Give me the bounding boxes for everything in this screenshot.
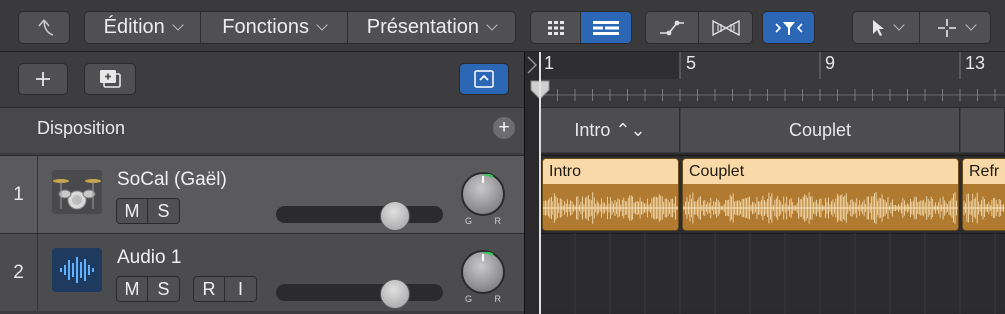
- region-label: Couplet: [683, 159, 958, 184]
- waveform-icon: [543, 184, 678, 230]
- knob-label-g: G: [465, 294, 473, 304]
- menu-group: Édition Fonctions Présentation: [84, 11, 516, 44]
- track-name: Audio 1: [117, 247, 182, 268]
- filter-catch-icon: [774, 21, 803, 35]
- tracks-list-icon: [593, 20, 619, 35]
- back-button[interactable]: [18, 11, 70, 44]
- volume-fader-track[interactable]: [276, 284, 443, 301]
- add-track-button[interactable]: [18, 63, 68, 95]
- plus-icon: [36, 72, 50, 86]
- menu-fonctions-label: Fonctions: [222, 16, 309, 38]
- mute-button[interactable]: M: [117, 277, 148, 301]
- marquee-tool-menu[interactable]: [920, 12, 990, 43]
- solo-button[interactable]: S: [148, 277, 179, 301]
- duplicate-track-icon: [100, 70, 121, 88]
- knob-label-r: R: [494, 294, 502, 304]
- region-refrain[interactable]: Refr: [962, 158, 1005, 231]
- tracks-view-button[interactable]: [581, 12, 631, 43]
- pointer-tool-menu[interactable]: [853, 12, 921, 43]
- track-buttons: M S: [116, 276, 180, 302]
- flex-time-icon: [711, 19, 740, 36]
- menu-edition-label: Édition: [103, 16, 165, 38]
- track-buttons: M S: [116, 198, 180, 224]
- menu-presentation[interactable]: Présentation: [348, 12, 515, 43]
- menu-presentation-label: Présentation: [366, 16, 480, 38]
- add-marker-button[interactable]: +: [493, 117, 515, 139]
- waveform-icon: [52, 248, 102, 292]
- knob-labels: G R: [465, 294, 501, 304]
- chevron-down-icon: [892, 19, 905, 31]
- automation-segment: [645, 11, 753, 44]
- crosshair-icon: [937, 18, 956, 37]
- automation-button[interactable]: [646, 12, 700, 43]
- collapse-arrow-icon[interactable]: [527, 56, 537, 79]
- arrangement-marker-couplet[interactable]: Couplet: [681, 108, 960, 152]
- region-intro[interactable]: Intro: [542, 158, 679, 231]
- knob-label-r: R: [494, 216, 502, 226]
- volume-fader-track[interactable]: [276, 206, 443, 223]
- grid-icon: [547, 20, 564, 35]
- mute-button[interactable]: M: [117, 199, 148, 223]
- menu-edition[interactable]: Édition: [85, 12, 202, 43]
- global-tracks-button[interactable]: [459, 63, 509, 95]
- track-row[interactable]: 1 SoCal (Gaël) M S G R: [0, 155, 524, 233]
- chevron-down-icon: [964, 19, 977, 31]
- menu-fonctions[interactable]: Fonctions: [201, 12, 348, 43]
- global-tracks-icon: [474, 70, 494, 88]
- view-mode-segment: [530, 11, 632, 44]
- arrangement-marker-next[interactable]: [961, 108, 1005, 152]
- pan-knob[interactable]: [461, 250, 505, 294]
- duplicate-track-button[interactable]: [84, 63, 136, 95]
- knob-labels: G R: [465, 216, 501, 226]
- knob-label-g: G: [465, 216, 473, 226]
- flex-time-button[interactable]: [699, 12, 752, 43]
- pointer-icon: [872, 19, 884, 36]
- waveform-icon: [683, 184, 958, 230]
- record-enable-button[interactable]: R: [194, 277, 225, 301]
- drum-kit-icon: [52, 170, 102, 214]
- waveform-icon: [963, 184, 1005, 230]
- lane-grid: [574, 233, 996, 314]
- track-number: 2: [0, 234, 38, 311]
- arrangement-marker-intro[interactable]: Intro ⌃⌄: [541, 108, 680, 152]
- track-number: 1: [0, 156, 38, 233]
- input-monitor-button[interactable]: I: [225, 277, 256, 301]
- chevron-down-icon: [172, 19, 184, 31]
- region-couplet[interactable]: Couplet: [682, 158, 959, 231]
- beat-ruler[interactable]: [539, 79, 1005, 107]
- record-input-buttons: R I: [193, 276, 257, 302]
- region-label: Refr: [963, 159, 1005, 184]
- track-name: SoCal (Gaël): [117, 169, 227, 190]
- track-row[interactable]: 2 Audio 1 M S R I G R: [0, 233, 524, 311]
- grid-view-button[interactable]: [531, 12, 582, 43]
- tool-segment: [852, 11, 991, 44]
- playhead[interactable]: [539, 52, 541, 314]
- chevron-down-icon: [486, 19, 498, 31]
- main-toolbar: Édition Fonctions Présentation: [0, 0, 1005, 52]
- solo-button[interactable]: S: [148, 199, 179, 223]
- pan-knob[interactable]: [461, 172, 505, 216]
- volume-fader-handle[interactable]: [380, 201, 410, 231]
- automation-curve-icon: [660, 20, 684, 35]
- region-label: Intro: [543, 159, 678, 184]
- volume-fader-handle[interactable]: [380, 279, 410, 309]
- arrangement-label: Disposition: [37, 118, 126, 138]
- chevron-down-icon: [316, 19, 328, 31]
- back-arrow-icon: [38, 18, 54, 36]
- catch-filter-button[interactable]: [762, 11, 815, 44]
